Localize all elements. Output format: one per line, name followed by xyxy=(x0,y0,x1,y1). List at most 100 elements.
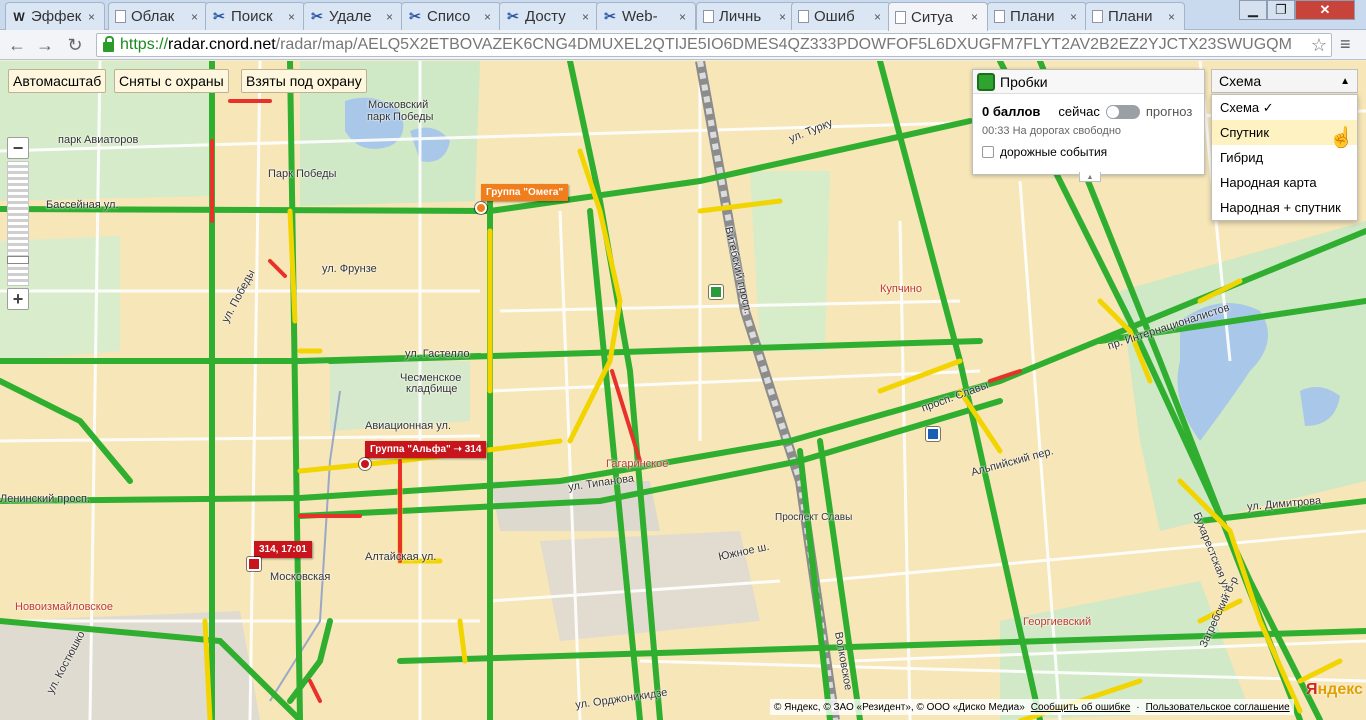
browser-tab[interactable]: ✂ Списо × xyxy=(401,2,501,30)
map-label-moscow-park: Московский xyxy=(368,99,429,111)
tab-title: Плани xyxy=(1108,8,1153,25)
tool-favicon-icon: ✂ xyxy=(213,8,225,24)
minimize-button[interactable]: ▁ xyxy=(1239,0,1267,20)
report-error-link[interactable]: Сообщить об ошибке xyxy=(1031,702,1130,713)
map-type-options: Схема ✓ Спутник Гибрид Народная карта Народн… xyxy=(1211,94,1358,221)
browser-tab[interactable]: Ошиб × xyxy=(791,2,891,30)
map-type-option[interactable]: Народная + спутник xyxy=(1212,195,1357,220)
close-window-button[interactable]: ✕ xyxy=(1295,0,1355,20)
incident-label[interactable]: 314, 17:01 xyxy=(254,541,312,558)
copyright-bar: © Яндекс, © ЗАО «Резидент», © ООО «Диско… xyxy=(770,699,1294,715)
traffic-collapse-icon[interactable]: ▲ xyxy=(1079,172,1101,182)
browser-toolbar: ← → ↻ https://radar.cnord.net/radar/map/… xyxy=(0,30,1366,60)
back-button[interactable]: ← xyxy=(6,34,28,56)
browser-tab[interactable]: Личнь × xyxy=(696,2,796,30)
tab-close-icon[interactable]: × xyxy=(191,10,201,24)
map-type-option[interactable]: Народная карта xyxy=(1212,170,1357,195)
maximize-button[interactable]: ❐ xyxy=(1267,0,1295,20)
map-label-basseinaya: Бассейная ул. xyxy=(46,199,119,211)
map-type-current: Схема xyxy=(1219,73,1262,89)
tab-title: Поиск xyxy=(231,8,273,25)
browser-tab[interactable]: ✂ Web- × xyxy=(596,2,696,30)
browser-tab[interactable]: Ситуа × xyxy=(888,2,988,31)
autoscale-button[interactable]: Автомасштаб xyxy=(8,69,107,93)
map-label-novoizmailovskoe: Новоизмайловское xyxy=(15,601,113,613)
armed-filter-button[interactable]: Взяты под охрану xyxy=(241,69,367,93)
map-label-gagarinskoe: Гагаринское xyxy=(606,458,669,470)
road-events-checkbox-box[interactable] xyxy=(982,146,994,158)
zoom-control: − + xyxy=(7,137,29,310)
browser-tab[interactable]: Плани × xyxy=(987,2,1087,30)
object-marker-blue[interactable] xyxy=(926,427,940,441)
browser-tab[interactable]: W Эффек × xyxy=(5,2,105,30)
map-label-kupchino: Купчино xyxy=(880,283,922,295)
tool-favicon-icon: ✂ xyxy=(507,8,519,24)
map-label-georgievsky: Георгиевский xyxy=(1023,616,1092,628)
traffic-panel: Пробки 0 баллов сейчас прогноз 00:33 На … xyxy=(972,69,1205,182)
road-events-label: дорожные события xyxy=(1000,145,1108,159)
browser-tab[interactable]: Облак × xyxy=(108,2,208,30)
traffic-status: 00:33 На дорогах свободно xyxy=(982,125,1122,137)
group-alfa-label[interactable]: Группа "Альфа" ➝ 314 xyxy=(365,441,487,458)
group-omega-label[interactable]: Группа "Омега" xyxy=(481,184,569,201)
map-type-dropdown[interactable]: Схема ▲ xyxy=(1211,69,1358,93)
page-favicon-icon xyxy=(994,10,1005,23)
page-favicon-icon xyxy=(895,10,906,24)
bookmark-star-icon[interactable]: ☆ xyxy=(1311,35,1327,56)
browser-menu-icon[interactable]: ≡ xyxy=(1340,34,1351,55)
zoom-slider[interactable] xyxy=(7,161,29,286)
tab-close-icon[interactable]: × xyxy=(288,10,298,24)
group-omega-marker[interactable] xyxy=(475,202,487,214)
tab-close-icon[interactable]: × xyxy=(1168,10,1178,24)
tab-title: Плани xyxy=(1010,8,1055,25)
tab-strip: W Эффек × Облак × ✂ Поиск × ✂ Удале × ✂ Списо × ✂ Досту… xyxy=(0,0,1366,31)
browser-tab[interactable]: ✂ Поиск × xyxy=(205,2,305,30)
tab-close-icon[interactable]: × xyxy=(779,10,789,24)
zoom-slider-handle[interactable] xyxy=(7,256,29,264)
map-label-metro-slavy: Проспект Славы xyxy=(775,512,853,523)
traffic-light-icon xyxy=(977,72,995,91)
object-marker-green[interactable] xyxy=(709,285,723,299)
tab-close-icon[interactable]: × xyxy=(679,10,689,24)
reload-button[interactable]: ↻ xyxy=(64,34,86,56)
traffic-forecast-label: прогноз xyxy=(1145,104,1193,119)
hand-cursor-icon: ☝ xyxy=(1329,127,1354,149)
zoom-in-button[interactable]: + xyxy=(7,288,29,310)
map-label-aviators-park: парк Авиаторов xyxy=(58,134,139,146)
map-label-leninsky: Ленинский просп. xyxy=(0,493,90,505)
group-alfa-marker[interactable] xyxy=(359,458,371,470)
zoom-out-button[interactable]: − xyxy=(7,137,29,159)
map-label-altayskaya: Алтайская ул. xyxy=(365,551,437,563)
disarmed-filter-button[interactable]: Сняты с охраны xyxy=(114,69,229,93)
incident-marker[interactable] xyxy=(247,557,261,571)
tab-close-icon[interactable]: × xyxy=(1070,10,1080,24)
map-label-moskovskaya: Московская xyxy=(270,571,331,583)
yandex-logo[interactable]: Яндекс xyxy=(1306,681,1363,699)
tab-title: Досту xyxy=(525,8,566,25)
road-events-checkbox[interactable]: дорожные события xyxy=(973,137,1204,159)
map-canvas[interactable]: Московский парк Победы парк Авиаторов Па… xyxy=(0,61,1366,720)
tab-close-icon[interactable]: × xyxy=(582,10,592,24)
traffic-toggle[interactable]: Пробки xyxy=(973,70,1204,94)
tab-close-icon[interactable]: × xyxy=(386,10,396,24)
terms-link[interactable]: Пользовательское соглашение xyxy=(1146,702,1290,713)
tab-title: Списо xyxy=(427,8,471,25)
browser-tab[interactable]: ✂ Удале × xyxy=(303,2,403,30)
tab-title: Эффек xyxy=(31,8,82,25)
tab-close-icon[interactable]: × xyxy=(484,10,494,24)
tab-close-icon[interactable]: × xyxy=(971,10,981,24)
page-favicon-icon xyxy=(1092,10,1103,23)
forward-button[interactable]: → xyxy=(34,34,56,56)
tab-title: Облак xyxy=(131,8,175,25)
tool-favicon-icon: ✂ xyxy=(604,8,616,24)
browser-tab[interactable]: Плани × xyxy=(1085,2,1185,30)
address-bar[interactable]: https://radar.cnord.net/radar/map/AELQ5X… xyxy=(96,33,1332,57)
tab-close-icon[interactable]: × xyxy=(874,10,884,24)
browser-tab[interactable]: ✂ Досту × xyxy=(499,2,599,30)
map-type-option[interactable]: Схема ✓ xyxy=(1212,95,1357,120)
tab-close-icon[interactable]: × xyxy=(88,10,98,24)
tab-title: Личнь xyxy=(719,8,762,25)
page-favicon-icon xyxy=(703,10,714,23)
traffic-forecast-switch[interactable] xyxy=(1105,104,1140,119)
map-label-frunze: ул. Фрунзе xyxy=(322,263,377,275)
